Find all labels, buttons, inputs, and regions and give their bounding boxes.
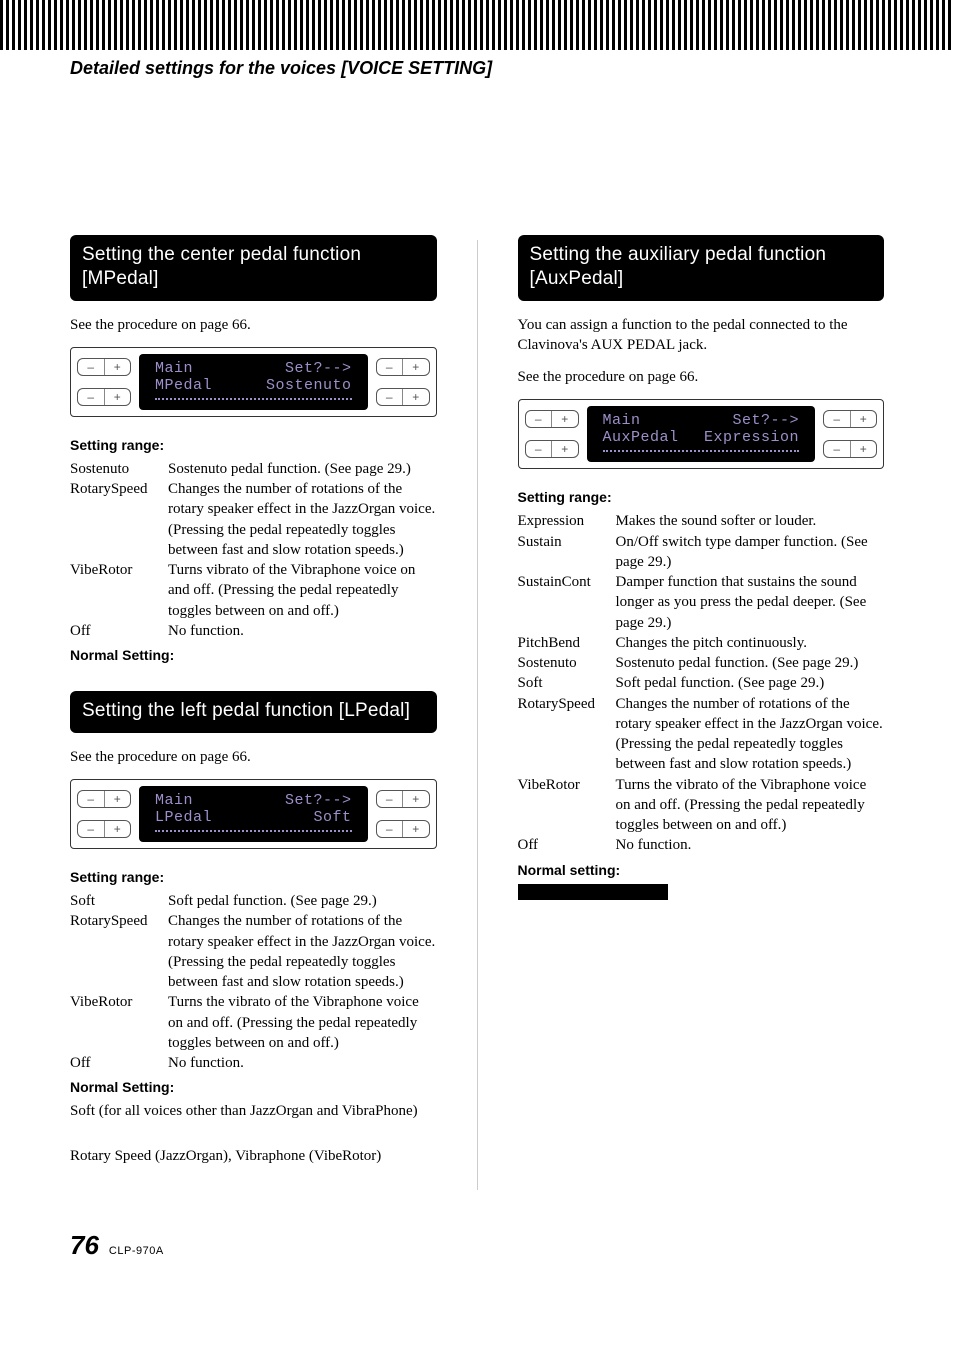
settings-lpedal: SoftSoft pedal function. (See page 29.) …	[70, 891, 437, 1073]
setting-key: PitchBend	[518, 633, 616, 653]
normal-label: Normal Setting:	[70, 647, 437, 663]
range-label: Setting range:	[70, 869, 437, 885]
button-C-dec-inc[interactable]: –+	[525, 440, 579, 458]
setting-val: Soft pedal function. (See page 29.)	[616, 673, 885, 693]
setting-key: Sostenuto	[518, 653, 616, 673]
setting-key: Off	[70, 1053, 168, 1073]
heading-auxpedal: Setting the auxiliary pedal function [Au…	[518, 235, 885, 301]
page-title: Detailed settings for the voices [VOICE …	[0, 50, 954, 85]
intro-auxpedal-2: See the procedure on page 66.	[518, 367, 885, 387]
setting-key: Sostenuto	[70, 459, 168, 479]
intro-mpedal: See the procedure on page 66.	[70, 315, 437, 335]
page-footer: 76 CLP-970A	[0, 1190, 954, 1291]
setting-key: RotarySpeed	[70, 911, 168, 931]
lcd-screen: MainSet?--> MPedalSostenuto	[139, 354, 368, 410]
left-column: Setting the center pedal function [MPeda…	[70, 235, 437, 1190]
setting-val: Changes the number of rotations of the r…	[168, 911, 437, 992]
setting-key: RotarySpeed	[518, 694, 616, 714]
button-B-dec-inc[interactable]: –+	[823, 410, 877, 428]
setting-key: Sustain	[518, 532, 616, 552]
setting-val: Turns vibrato of the Vibraphone voice on…	[168, 560, 437, 621]
column-divider	[477, 240, 478, 1190]
range-label: Setting range:	[70, 437, 437, 453]
setting-val: Sostenuto pedal function. (See page 29.)	[616, 653, 885, 673]
normal-label: Normal Setting:	[70, 1079, 437, 1095]
setting-key: Soft	[70, 891, 168, 911]
setting-val: No function.	[168, 1053, 437, 1073]
button-C-dec-inc[interactable]: –+	[77, 820, 131, 838]
button-D-dec-inc[interactable]: –+	[376, 820, 430, 838]
right-column: Setting the auxiliary pedal function [Au…	[518, 235, 885, 1190]
barcode-decor	[0, 0, 954, 50]
setting-key: Soft	[518, 673, 616, 693]
settings-auxpedal: ExpressionMakes the sound softer or loud…	[518, 511, 885, 855]
setting-key: Expression	[518, 511, 616, 531]
setting-val: Changes the number of rotations of the r…	[168, 479, 437, 560]
setting-val: Changes the pitch continuously.	[616, 633, 885, 653]
setting-val: No function.	[616, 835, 885, 855]
setting-val: Sostenuto pedal function. (See page 29.)	[168, 459, 437, 479]
lcd-screen: MainSet?--> LPedalSoft	[139, 786, 368, 842]
setting-key: Off	[518, 835, 616, 855]
setting-val: No function.	[168, 621, 437, 641]
content-area: Setting the center pedal function [MPeda…	[0, 85, 954, 1190]
normal-label: Normal setting:	[518, 862, 885, 878]
setting-val: Makes the sound softer or louder.	[616, 511, 885, 531]
button-B-dec-inc[interactable]: –+	[376, 790, 430, 808]
setting-val: Soft pedal function. (See page 29.)	[168, 891, 437, 911]
button-B-dec-inc[interactable]: –+	[376, 358, 430, 376]
button-C-dec-inc[interactable]: –+	[77, 388, 131, 406]
setting-val: Turns the vibrato of the Vibraphone voic…	[168, 992, 437, 1053]
button-A-dec-inc[interactable]: –+	[77, 358, 131, 376]
redacted-block	[518, 884, 668, 900]
setting-key: SustainCont	[518, 572, 616, 592]
intro-auxpedal-1: You can assign a function to the pedal c…	[518, 315, 885, 356]
lcd-panel-mpedal: –+ –+ MainSet?--> MPedalSostenuto –+ –+	[70, 347, 437, 417]
heading-mpedal: Setting the center pedal function [MPeda…	[70, 235, 437, 301]
normal-text: Rotary Speed (JazzOrgan), Vibraphone (Vi…	[70, 1146, 437, 1166]
model-label: CLP-970A	[109, 1245, 164, 1257]
setting-val: Turns the vibrato of the Vibraphone voic…	[616, 775, 885, 836]
setting-val: On/Off switch type damper function. (See…	[616, 532, 885, 573]
setting-val: Damper function that sustains the sound …	[616, 572, 885, 633]
lcd-panel-auxpedal: –+ –+ MainSet?--> AuxPedalExpression –+ …	[518, 399, 885, 469]
heading-lpedal: Setting the left pedal function [LPedal]	[70, 691, 437, 733]
setting-key: VibeRotor	[518, 775, 616, 795]
button-D-dec-inc[interactable]: –+	[376, 388, 430, 406]
range-label: Setting range:	[518, 489, 885, 505]
lcd-screen: MainSet?--> AuxPedalExpression	[587, 406, 816, 462]
button-A-dec-inc[interactable]: –+	[77, 790, 131, 808]
settings-mpedal: SostenutoSostenuto pedal function. (See …	[70, 459, 437, 641]
setting-val: Changes the number of rotations of the r…	[616, 694, 885, 775]
button-A-dec-inc[interactable]: –+	[525, 410, 579, 428]
setting-key: Off	[70, 621, 168, 641]
intro-lpedal: See the procedure on page 66.	[70, 747, 437, 767]
lcd-panel-lpedal: –+ –+ MainSet?--> LPedalSoft –+ –+	[70, 779, 437, 849]
setting-key: RotarySpeed	[70, 479, 168, 499]
normal-text: Soft (for all voices other than JazzOrga…	[70, 1101, 437, 1121]
page-number: 76	[70, 1230, 99, 1261]
setting-key: VibeRotor	[70, 560, 168, 580]
setting-key: VibeRotor	[70, 992, 168, 1012]
button-D-dec-inc[interactable]: –+	[823, 440, 877, 458]
